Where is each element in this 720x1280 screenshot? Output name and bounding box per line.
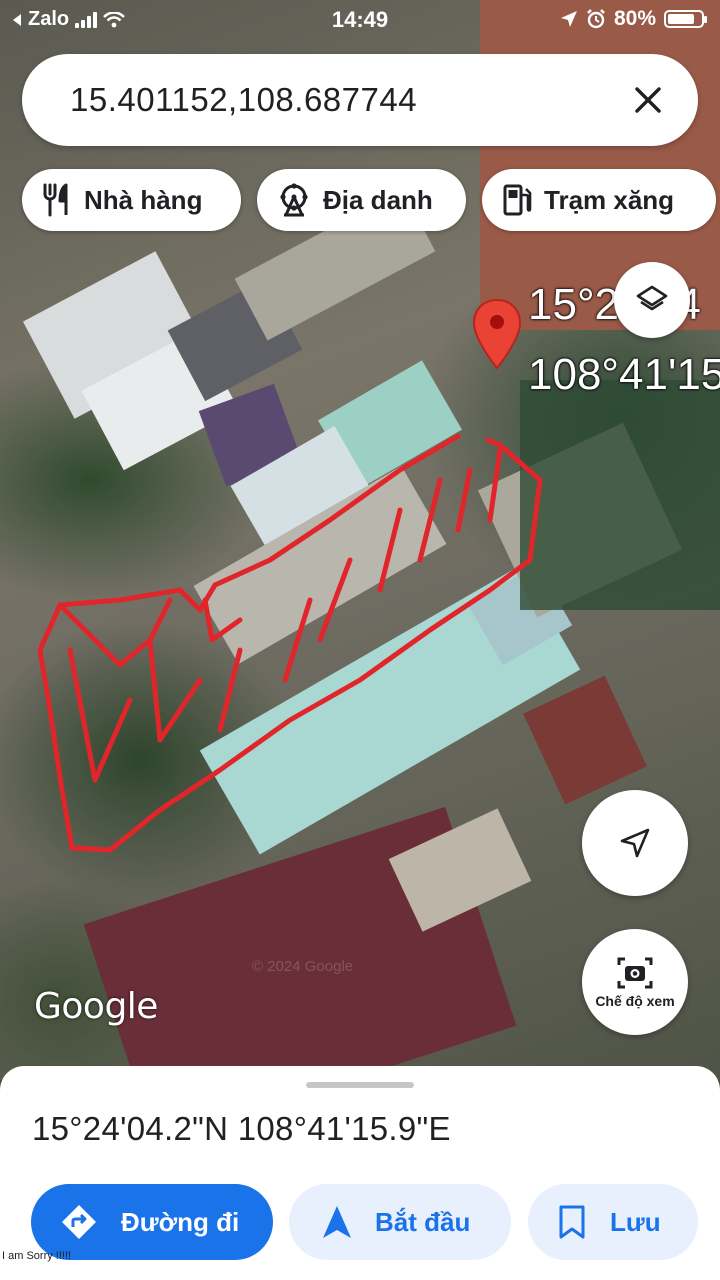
chip-label: Trạm xăng	[544, 184, 675, 215]
place-coordinates: 15°24'04.2"N 108°41'15.9"E	[32, 1110, 451, 1147]
save-label: Lưu	[610, 1206, 661, 1237]
chip-gas-stations[interactable]: Trạm xăng	[482, 169, 716, 231]
layers-button[interactable]	[614, 262, 690, 338]
close-icon[interactable]	[628, 80, 668, 120]
map-watermark: © 2024 Google	[252, 958, 354, 975]
fork-knife-icon	[43, 183, 68, 217]
start-label: Bắt đầu	[375, 1206, 471, 1237]
gas-pump-icon	[503, 184, 532, 216]
red-highlight-drawing	[37, 433, 543, 853]
chip-label: Nhà hàng	[84, 184, 203, 215]
place-sheet[interactable]: 15°24'04.2"N 108°41'15.9"E Đường đi Bắt …	[0, 1066, 720, 1280]
search-bar[interactable]: 15.401152,108.687744	[22, 54, 698, 146]
save-button[interactable]: Lưu	[528, 1184, 698, 1260]
battery-icon	[664, 10, 707, 28]
footer-note: I am Sorry !!!!!	[2, 1250, 72, 1262]
layers-icon	[636, 285, 668, 311]
location-arrow-icon	[560, 11, 577, 27]
start-button[interactable]: Bắt đầu	[289, 1184, 511, 1260]
drag-handle[interactable]	[306, 1082, 414, 1088]
search-query[interactable]: 15.401152,108.687744	[70, 81, 417, 119]
navigation-icon	[323, 1206, 351, 1238]
view-mode-button[interactable]: Chế độ xem	[582, 929, 688, 1035]
status-bar: Zalo 14:49 80%	[0, 0, 720, 40]
view-mode-label: Chế độ xem	[595, 993, 675, 1009]
chip-restaurants[interactable]: Nhà hàng	[22, 169, 241, 231]
chip-label: Địa danh	[323, 184, 433, 215]
camera-icon	[617, 957, 653, 989]
alarm-icon	[587, 9, 605, 29]
satellite-map[interactable]	[0, 0, 720, 1080]
ferris-wheel-icon	[280, 183, 308, 217]
bookmark-icon	[559, 1205, 585, 1239]
google-attribution: Google	[34, 986, 158, 1027]
location-pin-icon[interactable]	[470, 298, 524, 370]
battery-percent: 80%	[613, 7, 656, 30]
directions-button[interactable]: Đường đi	[31, 1184, 273, 1260]
pin-label-lon: 108°41'15	[528, 350, 720, 399]
chip-landmarks[interactable]: Địa danh	[257, 169, 466, 231]
directions-icon	[62, 1205, 96, 1239]
navigation-arrow-icon	[620, 828, 650, 858]
directions-label: Đường đi	[121, 1206, 240, 1237]
my-location-button[interactable]	[582, 790, 688, 896]
